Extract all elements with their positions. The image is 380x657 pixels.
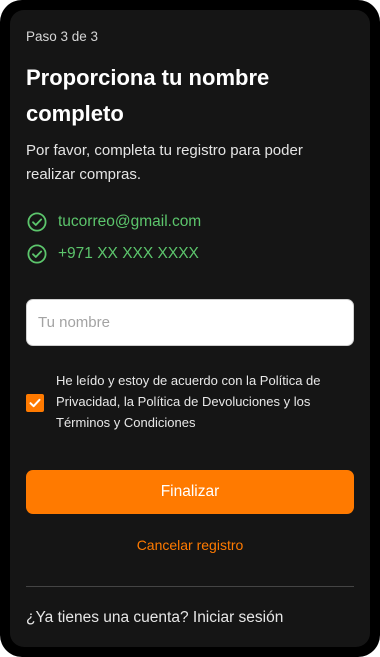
check-circle-icon — [27, 212, 47, 232]
page-subtitle: Por favor, completa tu registro para pod… — [26, 142, 303, 183]
terms-checkbox[interactable] — [26, 394, 44, 412]
finish-button[interactable]: Finalizar — [26, 470, 354, 514]
registration-screen: Paso 3 de 3 Proporciona tu nombre comple… — [10, 10, 370, 647]
verified-email-row: tucorreo@gmail.com — [26, 210, 201, 234]
terms-consent-text: He leído y estoy de acuerdo con la Polít… — [56, 373, 321, 430]
verified-email: tucorreo@gmail.com — [58, 213, 202, 230]
device-frame: Paso 3 de 3 Proporciona tu nombre comple… — [0, 0, 380, 657]
verified-phone: +971 XX XXX XXXX — [58, 245, 199, 262]
cancel-registration-link[interactable]: Cancelar registro — [10, 537, 370, 553]
step-indicator: Paso 3 de 3 — [26, 29, 99, 44]
verified-phone-row: +971 XX XXX XXXX — [26, 242, 199, 266]
checkmark-icon — [29, 398, 41, 408]
full-name-input[interactable] — [26, 299, 354, 346]
check-circle-icon — [27, 244, 47, 264]
divider — [26, 586, 354, 587]
sign-in-link[interactable]: ¿Ya tienes una cuenta? Iniciar sesión — [26, 609, 283, 627]
page-title: Proporciona tu nombre completo — [26, 65, 270, 126]
